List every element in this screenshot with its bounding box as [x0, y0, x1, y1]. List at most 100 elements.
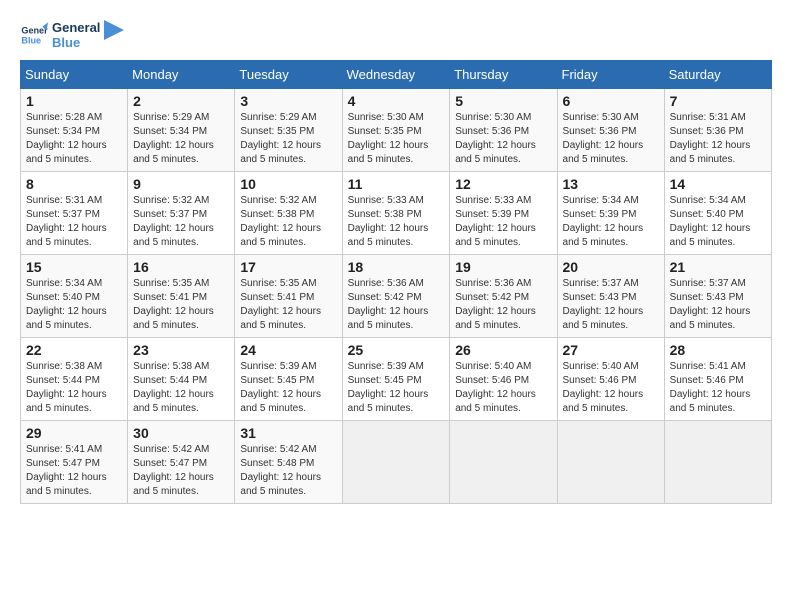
calendar-cell: 16 Sunrise: 5:35 AM Sunset: 5:41 PM Dayl… — [128, 255, 235, 338]
calendar-week-5: 29 Sunrise: 5:41 AM Sunset: 5:47 PM Dayl… — [21, 421, 772, 504]
col-header-wednesday: Wednesday — [342, 61, 450, 89]
calendar-cell: 30 Sunrise: 5:42 AM Sunset: 5:47 PM Dayl… — [128, 421, 235, 504]
calendar-cell: 21 Sunrise: 5:37 AM Sunset: 5:43 PM Dayl… — [664, 255, 771, 338]
day-number: 18 — [348, 259, 445, 275]
day-number: 5 — [455, 93, 551, 109]
day-info: Sunrise: 5:29 AM Sunset: 5:34 PM Dayligh… — [133, 112, 214, 165]
day-info: Sunrise: 5:34 AM Sunset: 5:39 PM Dayligh… — [563, 195, 644, 248]
calendar-cell: 23 Sunrise: 5:38 AM Sunset: 5:44 PM Dayl… — [128, 338, 235, 421]
day-info: Sunrise: 5:41 AM Sunset: 5:46 PM Dayligh… — [670, 361, 751, 414]
day-info: Sunrise: 5:41 AM Sunset: 5:47 PM Dayligh… — [26, 444, 107, 497]
day-number: 25 — [348, 342, 445, 358]
day-number: 13 — [563, 176, 659, 192]
day-number: 26 — [455, 342, 551, 358]
day-number: 9 — [133, 176, 229, 192]
day-info: Sunrise: 5:37 AM Sunset: 5:43 PM Dayligh… — [563, 278, 644, 331]
day-info: Sunrise: 5:38 AM Sunset: 5:44 PM Dayligh… — [133, 361, 214, 414]
day-info: Sunrise: 5:42 AM Sunset: 5:47 PM Dayligh… — [133, 444, 214, 497]
day-number: 16 — [133, 259, 229, 275]
day-info: Sunrise: 5:40 AM Sunset: 5:46 PM Dayligh… — [563, 361, 644, 414]
day-info: Sunrise: 5:36 AM Sunset: 5:42 PM Dayligh… — [455, 278, 536, 331]
day-number: 23 — [133, 342, 229, 358]
calendar-cell: 6 Sunrise: 5:30 AM Sunset: 5:36 PM Dayli… — [557, 89, 664, 172]
calendar-cell: 19 Sunrise: 5:36 AM Sunset: 5:42 PM Dayl… — [450, 255, 557, 338]
day-number: 24 — [240, 342, 336, 358]
col-header-sunday: Sunday — [21, 61, 128, 89]
day-info: Sunrise: 5:36 AM Sunset: 5:42 PM Dayligh… — [348, 278, 429, 331]
calendar-cell: 2 Sunrise: 5:29 AM Sunset: 5:34 PM Dayli… — [128, 89, 235, 172]
svg-text:Blue: Blue — [21, 35, 41, 45]
calendar-cell: 5 Sunrise: 5:30 AM Sunset: 5:36 PM Dayli… — [450, 89, 557, 172]
calendar-cell: 17 Sunrise: 5:35 AM Sunset: 5:41 PM Dayl… — [235, 255, 342, 338]
calendar-cell: 7 Sunrise: 5:31 AM Sunset: 5:36 PM Dayli… — [664, 89, 771, 172]
day-number: 31 — [240, 425, 336, 441]
calendar-week-2: 8 Sunrise: 5:31 AM Sunset: 5:37 PM Dayli… — [21, 172, 772, 255]
header-row: SundayMondayTuesdayWednesdayThursdayFrid… — [21, 61, 772, 89]
day-number: 3 — [240, 93, 336, 109]
logo-text: General — [52, 20, 100, 35]
day-info: Sunrise: 5:30 AM Sunset: 5:36 PM Dayligh… — [455, 112, 536, 165]
day-info: Sunrise: 5:39 AM Sunset: 5:45 PM Dayligh… — [348, 361, 429, 414]
calendar-week-3: 15 Sunrise: 5:34 AM Sunset: 5:40 PM Dayl… — [21, 255, 772, 338]
calendar-cell: 26 Sunrise: 5:40 AM Sunset: 5:46 PM Dayl… — [450, 338, 557, 421]
day-info: Sunrise: 5:35 AM Sunset: 5:41 PM Dayligh… — [133, 278, 214, 331]
col-header-saturday: Saturday — [664, 61, 771, 89]
calendar-week-4: 22 Sunrise: 5:38 AM Sunset: 5:44 PM Dayl… — [21, 338, 772, 421]
calendar-cell: 20 Sunrise: 5:37 AM Sunset: 5:43 PM Dayl… — [557, 255, 664, 338]
day-info: Sunrise: 5:35 AM Sunset: 5:41 PM Dayligh… — [240, 278, 321, 331]
calendar-cell: 22 Sunrise: 5:38 AM Sunset: 5:44 PM Dayl… — [21, 338, 128, 421]
day-number: 12 — [455, 176, 551, 192]
calendar-cell: 31 Sunrise: 5:42 AM Sunset: 5:48 PM Dayl… — [235, 421, 342, 504]
day-info: Sunrise: 5:28 AM Sunset: 5:34 PM Dayligh… — [26, 112, 107, 165]
col-header-friday: Friday — [557, 61, 664, 89]
day-info: Sunrise: 5:38 AM Sunset: 5:44 PM Dayligh… — [26, 361, 107, 414]
day-number: 28 — [670, 342, 766, 358]
day-info: Sunrise: 5:31 AM Sunset: 5:37 PM Dayligh… — [26, 195, 107, 248]
calendar-cell: 13 Sunrise: 5:34 AM Sunset: 5:39 PM Dayl… — [557, 172, 664, 255]
day-info: Sunrise: 5:34 AM Sunset: 5:40 PM Dayligh… — [26, 278, 107, 331]
day-number: 10 — [240, 176, 336, 192]
logo-arrow-icon — [104, 20, 124, 50]
page-header: General Blue General Blue — [20, 20, 772, 50]
day-number: 17 — [240, 259, 336, 275]
col-header-monday: Monday — [128, 61, 235, 89]
calendar-week-1: 1 Sunrise: 5:28 AM Sunset: 5:34 PM Dayli… — [21, 89, 772, 172]
day-info: Sunrise: 5:37 AM Sunset: 5:43 PM Dayligh… — [670, 278, 751, 331]
day-number: 21 — [670, 259, 766, 275]
calendar-cell: 29 Sunrise: 5:41 AM Sunset: 5:47 PM Dayl… — [21, 421, 128, 504]
calendar-cell: 27 Sunrise: 5:40 AM Sunset: 5:46 PM Dayl… — [557, 338, 664, 421]
day-number: 6 — [563, 93, 659, 109]
day-info: Sunrise: 5:34 AM Sunset: 5:40 PM Dayligh… — [670, 195, 751, 248]
day-number: 30 — [133, 425, 229, 441]
day-number: 20 — [563, 259, 659, 275]
calendar-cell: 14 Sunrise: 5:34 AM Sunset: 5:40 PM Dayl… — [664, 172, 771, 255]
day-number: 11 — [348, 176, 445, 192]
day-number: 4 — [348, 93, 445, 109]
day-number: 1 — [26, 93, 122, 109]
calendar-cell: 12 Sunrise: 5:33 AM Sunset: 5:39 PM Dayl… — [450, 172, 557, 255]
calendar-table: SundayMondayTuesdayWednesdayThursdayFrid… — [20, 60, 772, 504]
calendar-cell: 18 Sunrise: 5:36 AM Sunset: 5:42 PM Dayl… — [342, 255, 450, 338]
calendar-cell: 4 Sunrise: 5:30 AM Sunset: 5:35 PM Dayli… — [342, 89, 450, 172]
col-header-tuesday: Tuesday — [235, 61, 342, 89]
day-info: Sunrise: 5:30 AM Sunset: 5:36 PM Dayligh… — [563, 112, 644, 165]
day-info: Sunrise: 5:33 AM Sunset: 5:38 PM Dayligh… — [348, 195, 429, 248]
day-number: 22 — [26, 342, 122, 358]
day-number: 7 — [670, 93, 766, 109]
day-number: 2 — [133, 93, 229, 109]
calendar-cell — [342, 421, 450, 504]
day-number: 29 — [26, 425, 122, 441]
col-header-thursday: Thursday — [450, 61, 557, 89]
day-info: Sunrise: 5:33 AM Sunset: 5:39 PM Dayligh… — [455, 195, 536, 248]
calendar-cell: 25 Sunrise: 5:39 AM Sunset: 5:45 PM Dayl… — [342, 338, 450, 421]
calendar-cell: 24 Sunrise: 5:39 AM Sunset: 5:45 PM Dayl… — [235, 338, 342, 421]
day-info: Sunrise: 5:42 AM Sunset: 5:48 PM Dayligh… — [240, 444, 321, 497]
calendar-cell: 8 Sunrise: 5:31 AM Sunset: 5:37 PM Dayli… — [21, 172, 128, 255]
day-info: Sunrise: 5:30 AM Sunset: 5:35 PM Dayligh… — [348, 112, 429, 165]
calendar-cell: 15 Sunrise: 5:34 AM Sunset: 5:40 PM Dayl… — [21, 255, 128, 338]
calendar-cell — [557, 421, 664, 504]
day-info: Sunrise: 5:31 AM Sunset: 5:36 PM Dayligh… — [670, 112, 751, 165]
calendar-cell: 3 Sunrise: 5:29 AM Sunset: 5:35 PM Dayli… — [235, 89, 342, 172]
day-info: Sunrise: 5:39 AM Sunset: 5:45 PM Dayligh… — [240, 361, 321, 414]
logo-text2: Blue — [52, 35, 100, 50]
